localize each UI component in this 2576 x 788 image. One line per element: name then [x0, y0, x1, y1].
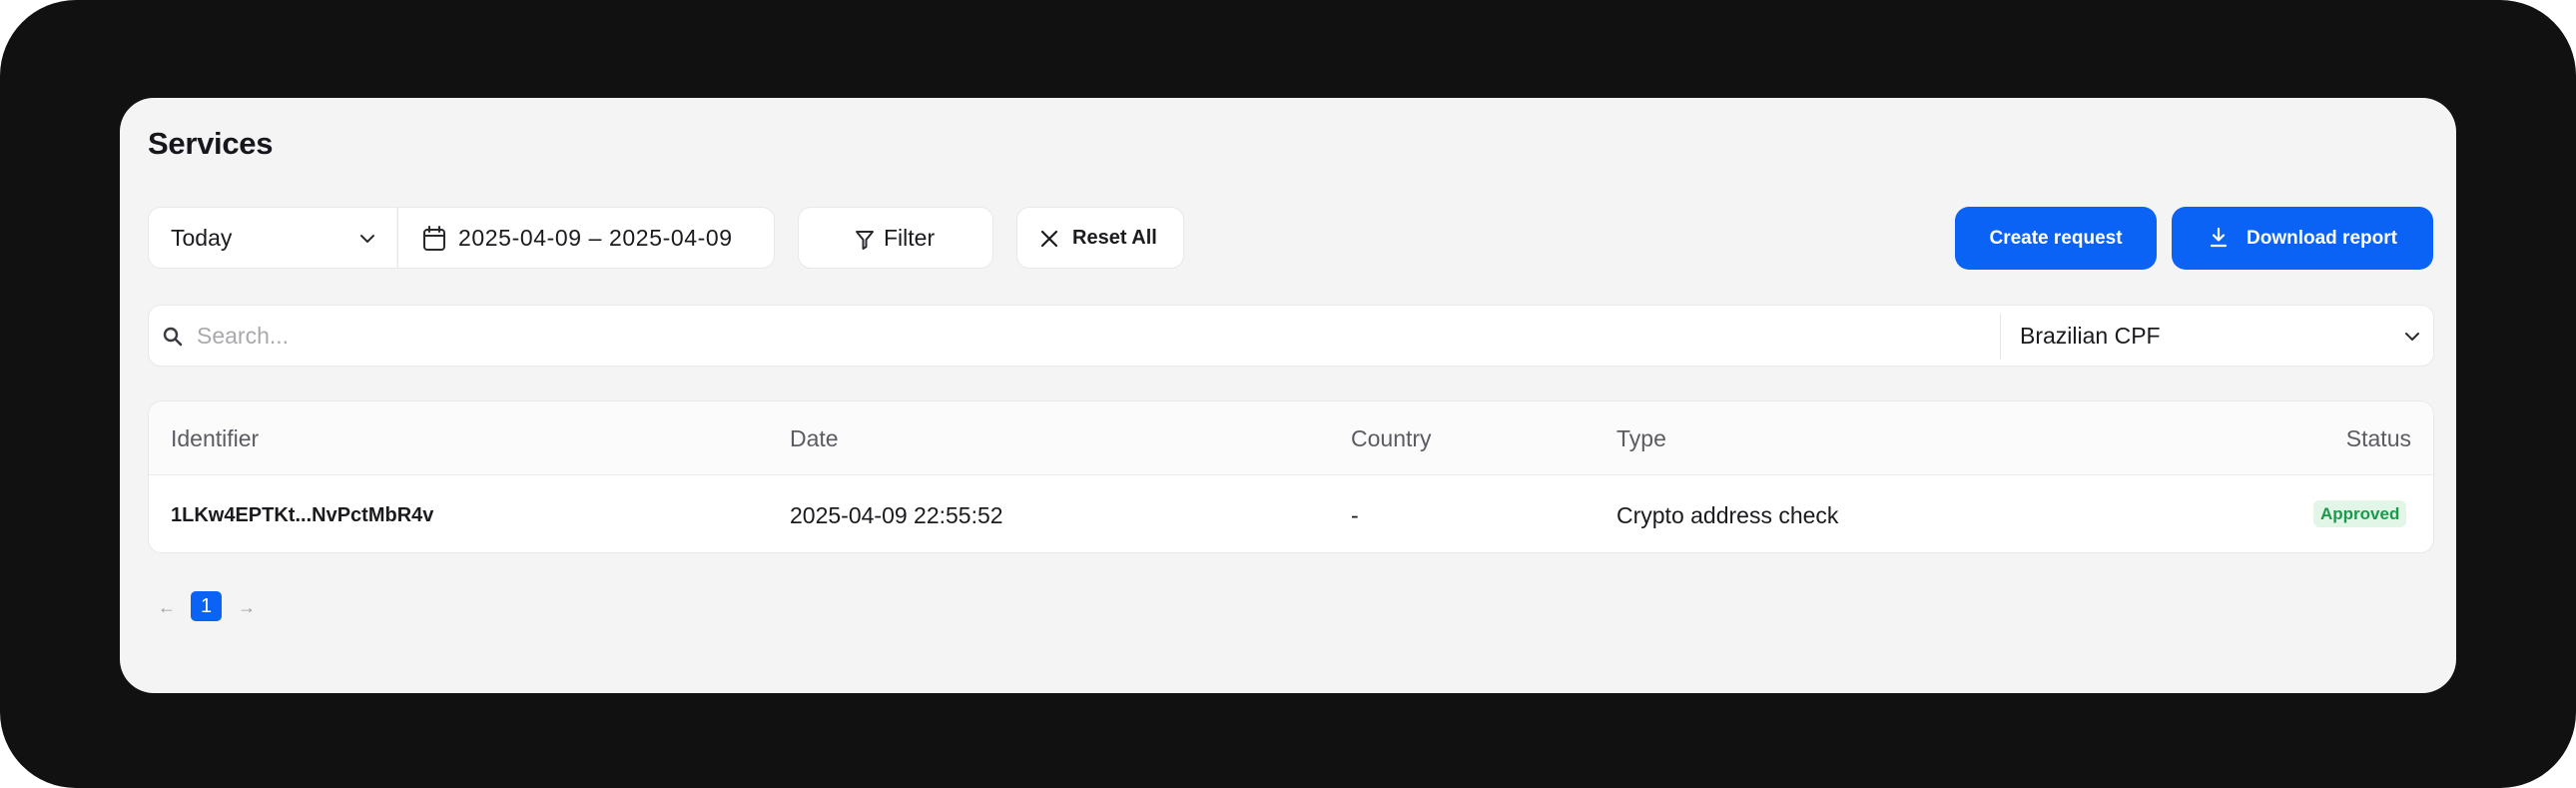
column-header-type: Type	[1616, 425, 1666, 451]
search-bar: Brazilian CPF	[148, 305, 2434, 367]
services-table: Identifier Date Country Type Status 1LKw…	[148, 400, 2434, 553]
date-range-picker[interactable]: 2025-04-09 – 2025-04-09	[397, 207, 775, 269]
filter-label: Filter	[884, 225, 936, 251]
search-icon	[163, 327, 183, 347]
reset-all-label: Reset All	[1072, 227, 1157, 249]
prev-page-arrow[interactable]: ←	[158, 597, 176, 618]
period-value: Today	[171, 225, 233, 251]
column-header-status: Status	[2345, 425, 2411, 451]
column-header-identifier: Identifier	[171, 425, 260, 451]
close-icon	[1040, 230, 1058, 248]
chevron-down-icon	[2405, 333, 2419, 341]
create-request-button[interactable]: Create request	[1955, 207, 2157, 270]
next-page-arrow[interactable]: →	[238, 597, 256, 618]
chevron-down-icon	[360, 235, 374, 243]
filter-button[interactable]: Filter	[798, 207, 993, 269]
services-panel: Services Today 2025-04-09 – 2025-04-09 F…	[120, 98, 2456, 693]
column-header-country: Country	[1351, 425, 1432, 451]
table-header: Identifier Date Country Type Status	[149, 401, 2433, 475]
cell-date: 2025-04-09 22:55:52	[790, 502, 1003, 528]
cell-country: -	[1351, 502, 1359, 528]
column-header-date: Date	[790, 425, 839, 451]
reset-all-button[interactable]: Reset All	[1016, 207, 1184, 269]
cell-identifier: 1LKw4EPTKt...NvPctMbR4v	[171, 504, 434, 526]
window-frame: Services Today 2025-04-09 – 2025-04-09 F…	[0, 0, 2576, 788]
download-report-button[interactable]: Download report	[2172, 207, 2433, 270]
search-input[interactable]	[197, 316, 1954, 356]
document-type-value: Brazilian CPF	[2020, 323, 2161, 349]
download-icon	[2210, 227, 2228, 248]
page-button-1[interactable]: 1	[191, 591, 222, 621]
period-dropdown[interactable]: Today	[148, 207, 396, 269]
filter-icon	[856, 231, 874, 250]
date-range-value: 2025-04-09 – 2025-04-09	[458, 225, 733, 251]
calendar-icon	[423, 226, 445, 251]
cell-type: Crypto address check	[1616, 502, 1839, 528]
search-divider	[2000, 314, 2001, 360]
status-badge: Approved	[2313, 500, 2407, 527]
download-report-label: Download report	[2247, 228, 2397, 249]
page-title: Services	[148, 126, 274, 161]
create-request-label: Create request	[1989, 228, 2123, 249]
